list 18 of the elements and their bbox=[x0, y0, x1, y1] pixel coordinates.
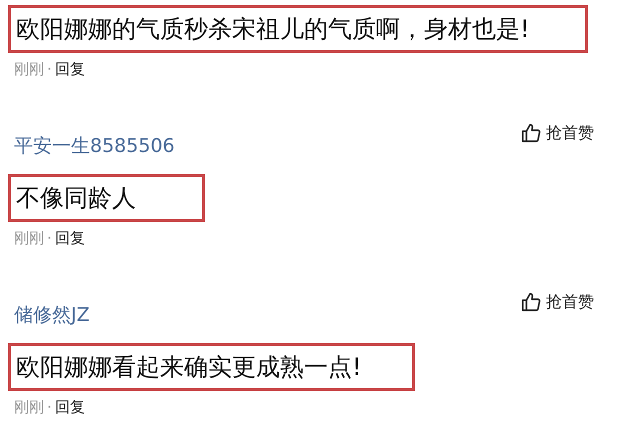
reply-link[interactable]: 回复 bbox=[54, 228, 85, 248]
thumbs-up-icon bbox=[520, 291, 542, 313]
like-button[interactable]: 抢首赞 bbox=[520, 122, 594, 144]
reply-link[interactable]: 回复 bbox=[54, 59, 85, 79]
thumbs-up-icon bbox=[520, 122, 542, 144]
like-button[interactable]: 抢首赞 bbox=[520, 291, 594, 313]
timestamp: 刚刚 bbox=[14, 228, 44, 248]
comment-text: 欧阳娜娜的气质秒杀宋祖儿的气质啊，身材也是! bbox=[8, 5, 588, 53]
timestamp: 刚刚 bbox=[14, 59, 44, 79]
separator: · bbox=[47, 397, 52, 417]
timestamp: 刚刚 bbox=[14, 397, 44, 417]
comment-text: 不像同龄人 bbox=[8, 174, 205, 222]
comment-text: 欧阳娜娜看起来确实更成熟一点! bbox=[8, 343, 415, 391]
username[interactable]: 储修然JZ bbox=[14, 304, 90, 326]
reply-link[interactable]: 回复 bbox=[54, 397, 85, 417]
separator: · bbox=[47, 228, 52, 248]
username[interactable]: 平安一生8585506 bbox=[14, 135, 175, 157]
separator: · bbox=[47, 59, 52, 79]
